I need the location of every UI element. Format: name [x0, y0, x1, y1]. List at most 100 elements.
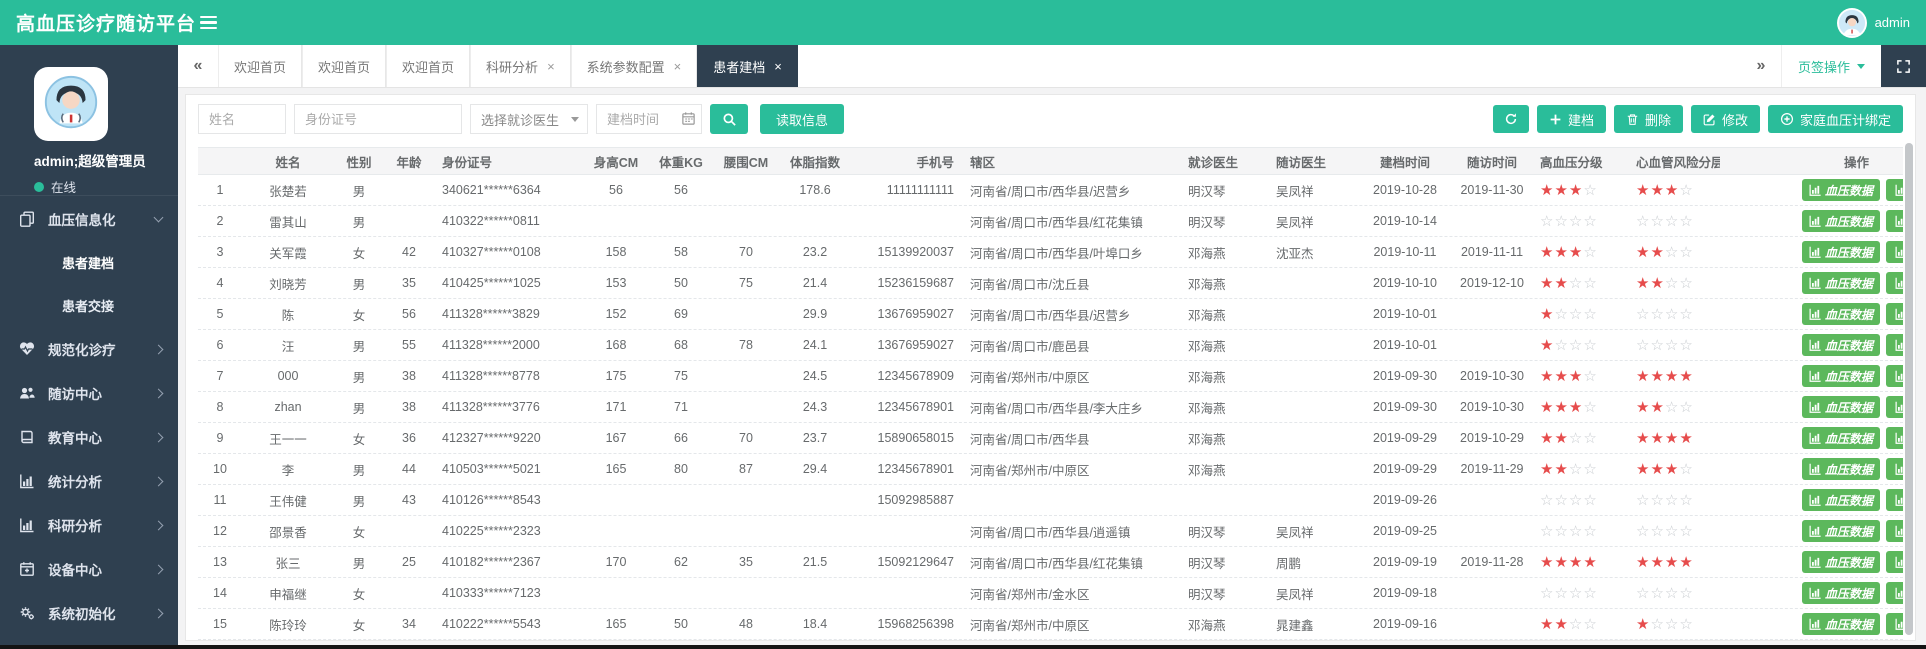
tab-welcome-1[interactable]: 欢迎首页 — [218, 45, 302, 87]
district-cell: 河南省/周口市/西华县/红花集镇 — [964, 212, 1182, 231]
chart-mini-button[interactable] — [1886, 303, 1903, 325]
bar-chart-icon — [1809, 184, 1821, 196]
table-row[interactable]: 4 刘晓芳 男 35 410425******1025 153 50 75 21… — [198, 268, 1903, 299]
star-empty-icon: ☆ — [1540, 523, 1554, 540]
bp-data-button[interactable]: 血压数据 — [1802, 582, 1880, 604]
sidebar-item-patient-handover[interactable]: 患者交接 — [0, 284, 178, 327]
scrollbar-thumb[interactable] — [1905, 143, 1913, 635]
chart-mini-button[interactable] — [1886, 241, 1903, 263]
chevron-down-icon — [154, 213, 164, 223]
star-empty-icon: ☆ — [1665, 399, 1679, 416]
sidebar-item-research-analysis[interactable]: 科研分析 — [0, 503, 178, 547]
visit-doctor-cell: 邓海燕 — [1182, 305, 1272, 324]
table-row[interactable]: 6 汪 男 55 411328******2000 168 68 78 24.1… — [198, 330, 1903, 361]
bp-data-button[interactable]: 血压数据 — [1802, 365, 1880, 387]
table-row[interactable]: 14 申福继 女 410333******7123 河南省/郑州市/金水区 明汉… — [198, 578, 1903, 609]
table-row[interactable]: 8 zhan 男 38 411328******3776 171 71 24.3… — [198, 392, 1903, 423]
calendar-icon[interactable] — [681, 111, 696, 131]
tabs-scroll-right-icon[interactable]: » — [1741, 45, 1781, 87]
table-row[interactable]: 13 张三 男 25 410182******2367 170 62 35 21… — [198, 547, 1903, 578]
table-row[interactable]: 11 王伟健 男 43 410126******8543 15092985887… — [198, 485, 1903, 516]
tab-operations-dropdown[interactable]: 页签操作 — [1781, 45, 1881, 87]
bp-data-button[interactable]: 血压数据 — [1802, 396, 1880, 418]
chart-mini-button[interactable] — [1886, 458, 1903, 480]
vertical-scrollbar[interactable] — [1905, 143, 1913, 635]
chart-mini-button[interactable] — [1886, 551, 1903, 573]
tab-welcome-3[interactable]: 欢迎首页 — [386, 45, 470, 87]
sidebar-item-device-center[interactable]: 设备中心 — [0, 547, 178, 591]
table-row[interactable]: 9 王一一 女 36 412327******9220 167 66 70 23… — [198, 423, 1903, 454]
search-button[interactable] — [710, 104, 748, 134]
chart-mini-button[interactable] — [1886, 272, 1903, 294]
waist-cell: 70 — [714, 245, 778, 259]
chart-mini-button[interactable] — [1886, 179, 1903, 201]
chart-mini-button[interactable] — [1886, 427, 1903, 449]
bar-chart-icon — [1809, 370, 1821, 382]
chart-mini-button[interactable] — [1886, 613, 1903, 635]
table-row[interactable]: 2 雷其山 男 410322******0811 河南省/周口市/西华县/红花集… — [198, 206, 1903, 237]
bp-data-button[interactable]: 血压数据 — [1802, 551, 1880, 573]
visit-doctor-cell: 邓海燕 — [1182, 367, 1272, 386]
create-archive-button[interactable]: 建档 — [1537, 105, 1606, 133]
sidebar-item-system-init[interactable]: 系统初始化 — [0, 591, 178, 635]
bar-chart-icon — [1809, 246, 1821, 258]
chart-mini-button[interactable] — [1886, 582, 1903, 604]
tab-research-analysis[interactable]: 科研分析× — [470, 45, 571, 87]
bp-data-button[interactable]: 血压数据 — [1802, 458, 1880, 480]
user-avatar[interactable] — [1837, 8, 1867, 38]
sidebar-item-bp-informatization[interactable]: 血压信息化 — [0, 197, 178, 241]
edit-button[interactable]: 修改 — [1691, 105, 1760, 133]
table-row[interactable]: 1 张楚若 男 340621******6364 56 56 178.6 111… — [198, 175, 1903, 206]
id-number-input[interactable] — [294, 104, 462, 134]
bp-data-button[interactable]: 血压数据 — [1802, 427, 1880, 449]
chart-mini-button[interactable] — [1886, 396, 1903, 418]
doctor-select[interactable]: 选择就诊医生 — [470, 104, 588, 134]
chart-mini-button[interactable] — [1886, 489, 1903, 511]
table-row[interactable]: 10 李 男 44 410503******5021 165 80 87 29.… — [198, 454, 1903, 485]
table-row[interactable]: 15 陈玲玲 女 34 410222******5543 165 50 48 1… — [198, 609, 1903, 640]
table-row[interactable]: 7 000 男 38 411328******8778 175 75 24.5 … — [198, 361, 1903, 392]
username-label[interactable]: admin — [1875, 15, 1910, 30]
delete-button[interactable]: 删除 — [1614, 105, 1683, 133]
sidebar-item-education-center[interactable]: 教育中心 — [0, 415, 178, 459]
chart-mini-button[interactable] — [1886, 520, 1903, 542]
sidebar-item-statistics-analysis[interactable]: 统计分析 — [0, 459, 178, 503]
bp-data-button[interactable]: 血压数据 — [1802, 241, 1880, 263]
tab-system-parameters[interactable]: 系统参数配置× — [571, 45, 698, 87]
table-row[interactable]: 12 邵景香 女 410225******2323 河南省/周口市/西华县/逍遥… — [198, 516, 1903, 547]
close-icon[interactable]: × — [774, 60, 782, 73]
bp-data-button[interactable]: 血压数据 — [1802, 303, 1880, 325]
profile-avatar[interactable] — [34, 67, 108, 141]
sidebar-item-standardized-care[interactable]: 规范化诊疗 — [0, 327, 178, 371]
bp-data-button[interactable]: 血压数据 — [1802, 210, 1880, 232]
chart-mini-button[interactable] — [1886, 334, 1903, 356]
table-row[interactable]: 3 关军霞 女 42 410327******0108 158 58 70 23… — [198, 237, 1903, 268]
age-cell: 38 — [384, 369, 434, 383]
hypertension-grade-rating: ☆☆☆☆ — [1534, 212, 1632, 230]
table-row[interactable]: 5 陈 女 56 411328******3829 152 69 29.9 13… — [198, 299, 1903, 330]
bp-data-button[interactable]: 血压数据 — [1802, 520, 1880, 542]
bp-data-button[interactable]: 血压数据 — [1802, 334, 1880, 356]
sidebar-item-followup-center[interactable]: 随访中心 — [0, 371, 178, 415]
name-input[interactable] — [198, 104, 286, 134]
bp-data-button[interactable]: 血压数据 — [1802, 489, 1880, 511]
tab-patient-archive[interactable]: 患者建档× — [697, 45, 798, 87]
fullscreen-toggle[interactable] — [1881, 45, 1926, 87]
bp-data-button[interactable]: 血压数据 — [1802, 179, 1880, 201]
tab-welcome-2[interactable]: 欢迎首页 — [302, 45, 386, 87]
bp-data-button[interactable]: 血压数据 — [1802, 272, 1880, 294]
bind-home-bp-monitor-button[interactable]: 家庭血压计绑定 — [1768, 105, 1903, 133]
sidebar-item-patient-archive[interactable]: 患者建档 — [0, 241, 178, 284]
chart-mini-button[interactable] — [1886, 365, 1903, 387]
column-header: 年龄 — [384, 152, 434, 171]
chart-mini-button[interactable] — [1886, 210, 1903, 232]
district-cell: 河南省/郑州市/中原区 — [964, 615, 1182, 634]
read-info-button[interactable]: 读取信息 — [760, 104, 844, 134]
hamburger-icon[interactable] — [200, 13, 217, 33]
tabs-scroll-left-icon[interactable]: « — [178, 45, 218, 87]
close-icon[interactable]: × — [674, 60, 682, 73]
followup-doctor-cell: 吴凤祥 — [1272, 584, 1360, 603]
close-icon[interactable]: × — [547, 60, 555, 73]
refresh-button[interactable] — [1493, 105, 1529, 133]
bp-data-button[interactable]: 血压数据 — [1802, 613, 1880, 635]
